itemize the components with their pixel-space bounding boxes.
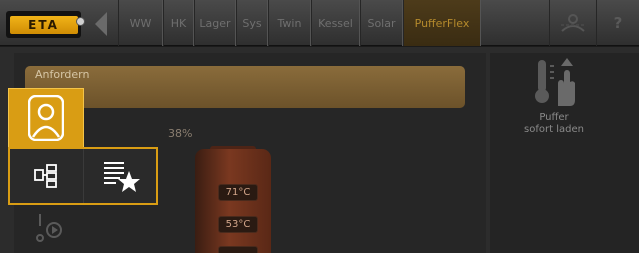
puffer-label-line1: Puffer bbox=[539, 112, 569, 123]
puffer-label-line2: sofort laden bbox=[524, 124, 584, 135]
menu-item-user[interactable] bbox=[8, 88, 84, 148]
tab-twin[interactable]: Twin bbox=[268, 0, 311, 46]
menu-item-overview[interactable] bbox=[10, 149, 83, 203]
pictogram-icon bbox=[560, 14, 585, 32]
eta-logo[interactable]: ETA bbox=[6, 11, 85, 38]
fill-level-label: 38% bbox=[168, 127, 193, 140]
request-label: Anfordern bbox=[35, 68, 90, 81]
puffer-charge-button[interactable] bbox=[530, 56, 580, 108]
menu-item-settings[interactable] bbox=[14, 205, 84, 253]
tab-pufferflex[interactable]: PufferFlex bbox=[403, 0, 481, 46]
pictogram-button[interactable] bbox=[549, 0, 595, 46]
user-icon bbox=[28, 95, 64, 141]
overview-icon bbox=[34, 164, 58, 188]
thermometer-hand-icon bbox=[535, 58, 575, 106]
tab-lager[interactable]: Lager bbox=[194, 0, 236, 46]
back-button[interactable] bbox=[86, 8, 116, 40]
top-navigation-bar: ETA WW HK Lager Sys Twin Kessel Solar Pu… bbox=[0, 0, 639, 46]
tab-sys[interactable]: Sys bbox=[236, 0, 268, 46]
menu-row bbox=[8, 147, 158, 205]
puffer-charge-label: Puffer sofort laden bbox=[500, 112, 608, 136]
help-button[interactable]: ? bbox=[596, 0, 639, 46]
chevron-left-icon bbox=[95, 12, 107, 36]
logo-badge-icon bbox=[76, 17, 85, 26]
play-settings-icon bbox=[36, 214, 62, 242]
temp-bottom bbox=[218, 246, 258, 253]
temp-middle: 53°C bbox=[218, 216, 258, 233]
tab-ww[interactable]: WW bbox=[118, 0, 163, 46]
temp-top: 71°C bbox=[218, 184, 258, 201]
help-icon: ? bbox=[613, 14, 623, 32]
favorites-list-icon bbox=[103, 162, 140, 192]
tab-hk[interactable]: HK bbox=[163, 0, 194, 46]
tab-solar[interactable]: Solar bbox=[360, 0, 403, 46]
tab-kessel[interactable]: Kessel bbox=[311, 0, 360, 46]
request-bar[interactable] bbox=[25, 66, 465, 108]
buffer-tank[interactable] bbox=[195, 149, 271, 253]
eta-logo-text: ETA bbox=[9, 15, 78, 34]
menu-item-favorites[interactable] bbox=[82, 149, 157, 203]
tab-bar: WW HK Lager Sys Twin Kessel Solar Puffer… bbox=[118, 0, 481, 46]
